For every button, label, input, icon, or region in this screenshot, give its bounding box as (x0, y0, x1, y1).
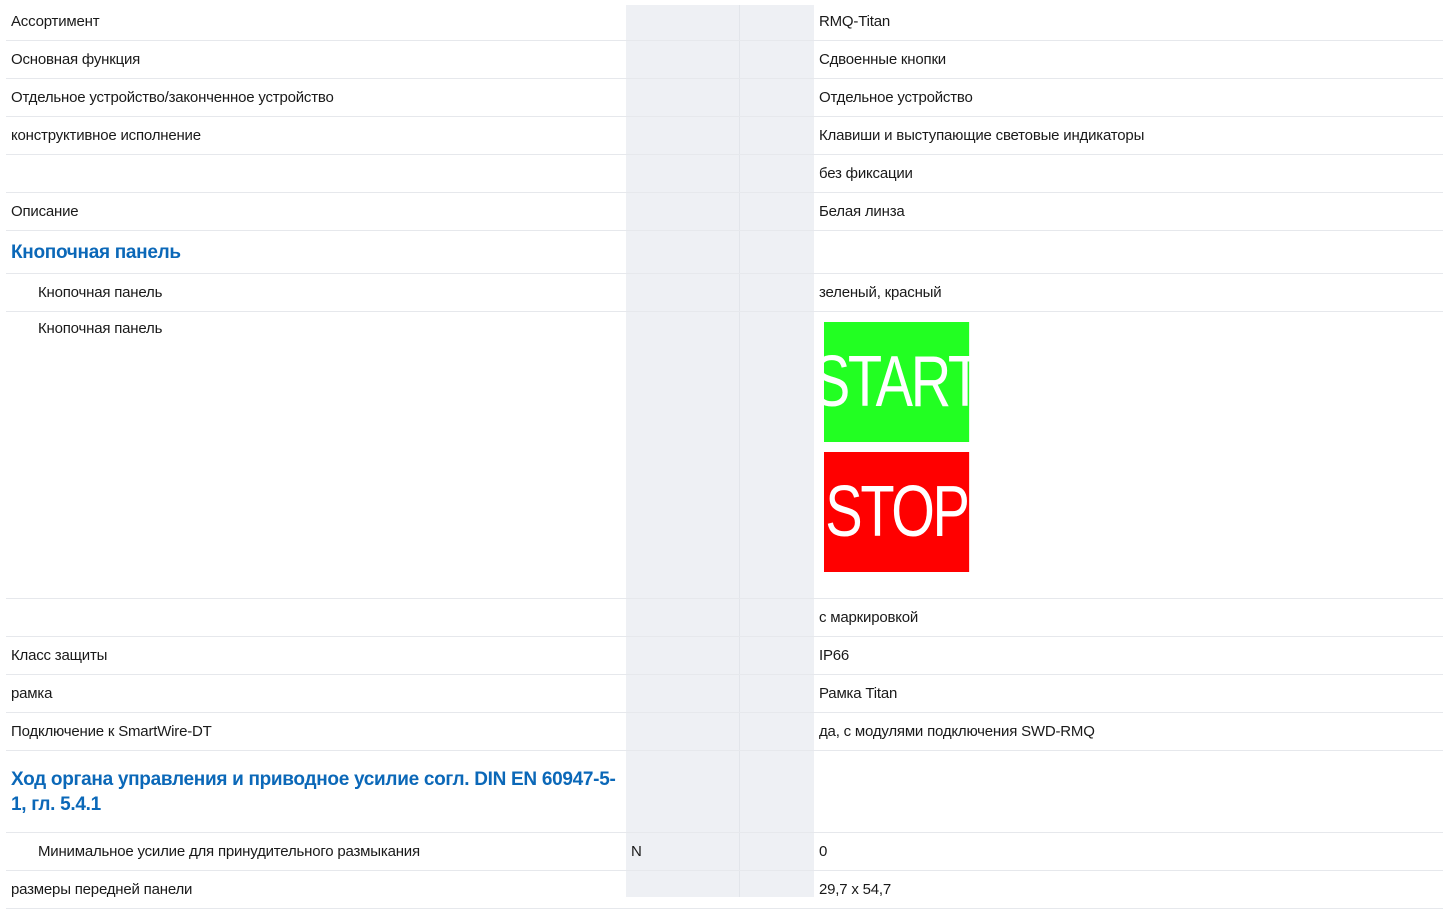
table-row: Минимальное усилие для принудительного р… (6, 832, 1443, 871)
row-value: без фиксации (814, 154, 1443, 193)
table-row: Подключение к SmartWire-DT да, с модулям… (6, 712, 1443, 751)
table-row: без фиксации (6, 154, 1443, 193)
table-row: Кнопочная панель START STOP (6, 311, 1443, 599)
section-heading-row: Ход органа управления и приводное усилие… (6, 750, 1443, 833)
row-value (814, 750, 1443, 833)
row-label: Описание (6, 192, 626, 231)
row-label: Кнопочная панель (6, 273, 626, 312)
row-value: Клавиши и выступающие световые индикатор… (814, 116, 1443, 155)
table-row: Ассортимент RMQ-Titan (6, 3, 1443, 41)
row-label: конструктивное исполнение (6, 116, 626, 155)
section-heading: Ход органа управления и приводное усилие… (6, 750, 626, 833)
start-button-image: START (814, 322, 982, 442)
table-row: конструктивное исполнение Клавиши и выст… (6, 116, 1443, 155)
row-label: Минимальное усилие для принудительного р… (6, 832, 626, 871)
button-plate-image: START STOP (814, 311, 1443, 599)
row-unit (626, 712, 814, 751)
row-unit (626, 273, 814, 312)
row-unit (626, 116, 814, 155)
table-row: Отдельное устройство/законченное устройс… (6, 78, 1443, 117)
row-unit (626, 230, 814, 274)
row-value (814, 230, 1443, 274)
row-label: Отдельное устройство/законченное устройс… (6, 78, 626, 117)
table-row: с маркировкой (6, 598, 1443, 637)
row-unit: N (626, 832, 814, 871)
row-value: IP66 (814, 636, 1443, 675)
stop-label: STOP (825, 472, 970, 552)
row-label: Класс защиты (6, 636, 626, 675)
row-unit (626, 674, 814, 713)
row-unit (626, 598, 814, 637)
row-value: с маркировкой (814, 598, 1443, 637)
row-label: Подключение к SmartWire-DT (6, 712, 626, 751)
row-unit (626, 750, 814, 833)
row-label (6, 154, 626, 193)
row-value: RMQ-Titan (814, 3, 1443, 41)
row-unit (626, 311, 814, 599)
row-label: рамка (6, 674, 626, 713)
row-unit (626, 870, 814, 909)
row-value: зеленый, красный (814, 273, 1443, 312)
row-label: Ассортимент (6, 3, 626, 41)
row-value: 29,7 x 54,7 (814, 870, 1443, 909)
spec-table: Ассортимент RMQ-Titan Основная функция С… (6, 3, 1443, 909)
start-label: START (814, 342, 982, 422)
table-row: рамка Рамка Titan (6, 674, 1443, 713)
stop-button-image: STOP (824, 452, 970, 572)
row-unit (626, 192, 814, 231)
table-row: Кнопочная панель зеленый, красный (6, 273, 1443, 312)
row-unit (626, 636, 814, 675)
row-value: Отдельное устройство (814, 78, 1443, 117)
row-value: 0 (814, 832, 1443, 871)
row-label: размеры передней панели (6, 870, 626, 909)
row-value: да, с модулями подключения SWD-RMQ (814, 712, 1443, 751)
row-label (6, 598, 626, 637)
row-value: Сдвоенные кнопки (814, 40, 1443, 79)
row-unit (626, 40, 814, 79)
row-label: Основная функция (6, 40, 626, 79)
row-label: Кнопочная панель (6, 311, 626, 599)
table-row: Класс защиты IP66 (6, 636, 1443, 675)
row-value: Белая линза (814, 192, 1443, 231)
row-unit (626, 78, 814, 117)
table-row: размеры передней панели 29,7 x 54,7 (6, 870, 1443, 909)
row-value: Рамка Titan (814, 674, 1443, 713)
table-row: Описание Белая линза (6, 192, 1443, 231)
section-heading-row: Кнопочная панель (6, 230, 1443, 274)
row-unit (626, 3, 814, 41)
row-unit (626, 154, 814, 193)
section-heading: Кнопочная панель (6, 230, 626, 274)
table-row: Основная функция Сдвоенные кнопки (6, 40, 1443, 79)
